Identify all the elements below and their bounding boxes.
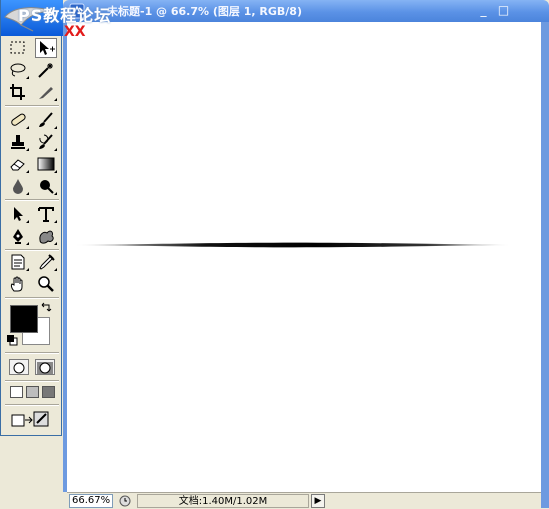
status-menu-arrow-icon: ▶ [314, 496, 322, 506]
watermark-title: PS教程论坛 [18, 6, 112, 25]
crop-tool-icon[interactable] [7, 82, 29, 102]
marquee-tool-icon[interactable] [7, 38, 29, 58]
full-screen-mode-button[interactable] [42, 386, 55, 398]
hand-tool-icon[interactable] [7, 274, 29, 294]
brush-tool-icon[interactable] [35, 110, 57, 130]
imageready-icon [11, 411, 49, 427]
pen-tool-icon[interactable] [7, 226, 29, 246]
history-brush-tool-icon[interactable] [35, 132, 57, 152]
slice-tool-icon[interactable] [35, 82, 57, 102]
document-window: 未标题-1 @ 66.7% (图层 1, RGB/8) _ □ 66.67% 文… [63, 0, 549, 509]
quick-mask-button[interactable] [35, 359, 55, 375]
standard-mode-button[interactable] [9, 359, 29, 375]
standard-mode-icon [13, 362, 25, 374]
notes-tool-icon[interactable] [7, 252, 29, 272]
custom-shape-tool-icon[interactable] [35, 226, 57, 246]
window-right-border [541, 22, 549, 508]
foreground-color-swatch[interactable] [10, 305, 38, 333]
full-screen-menu-mode-button[interactable] [26, 386, 39, 398]
healing-brush-tool-icon[interactable] [7, 110, 29, 130]
watermark-subtitle: XX [64, 24, 86, 40]
document-size-info: 文档:1.40M/1.02M [137, 494, 309, 508]
jump-to-imageready-button[interactable] [9, 408, 53, 430]
type-tool-icon[interactable] [35, 204, 57, 224]
status-menu-arrow[interactable]: ▶ [311, 494, 325, 508]
maximize-button[interactable]: □ [493, 2, 514, 20]
eraser-tool-icon[interactable] [7, 154, 29, 174]
zoom-level-field[interactable]: 66.67% [69, 494, 113, 508]
canvas-frame [63, 22, 549, 492]
document-titlebar[interactable]: 未标题-1 @ 66.7% (图层 1, RGB/8) _ □ [63, 0, 549, 22]
brush-stroke-line [74, 242, 514, 248]
tools-palette [0, 0, 63, 436]
default-colors-icon[interactable] [7, 335, 19, 347]
magic-wand-tool-icon[interactable] [35, 60, 57, 80]
move-tool-icon[interactable] [35, 38, 57, 58]
blur-tool-icon[interactable] [7, 176, 29, 196]
lasso-tool-icon[interactable] [7, 60, 29, 80]
path-selection-tool-icon[interactable] [7, 204, 29, 224]
standard-screen-mode-button[interactable] [10, 386, 23, 398]
status-info-icon[interactable] [117, 494, 133, 508]
status-bar: 66.67% 文档:1.40M/1.02M ▶ [67, 492, 541, 509]
zoom-tool-icon[interactable] [35, 274, 57, 294]
canvas[interactable] [67, 22, 541, 492]
minimize-button[interactable]: _ [473, 2, 494, 20]
clone-stamp-tool-icon[interactable] [7, 132, 29, 152]
eyedropper-tool-icon[interactable] [35, 252, 57, 272]
swap-colors-icon[interactable] [40, 302, 52, 314]
quick-mask-icon [37, 362, 53, 374]
dodge-tool-icon[interactable] [35, 176, 57, 196]
document-title: 未标题-1 @ 66.7% (图层 1, RGB/8) [107, 5, 302, 18]
gradient-tool-icon[interactable] [35, 154, 57, 174]
